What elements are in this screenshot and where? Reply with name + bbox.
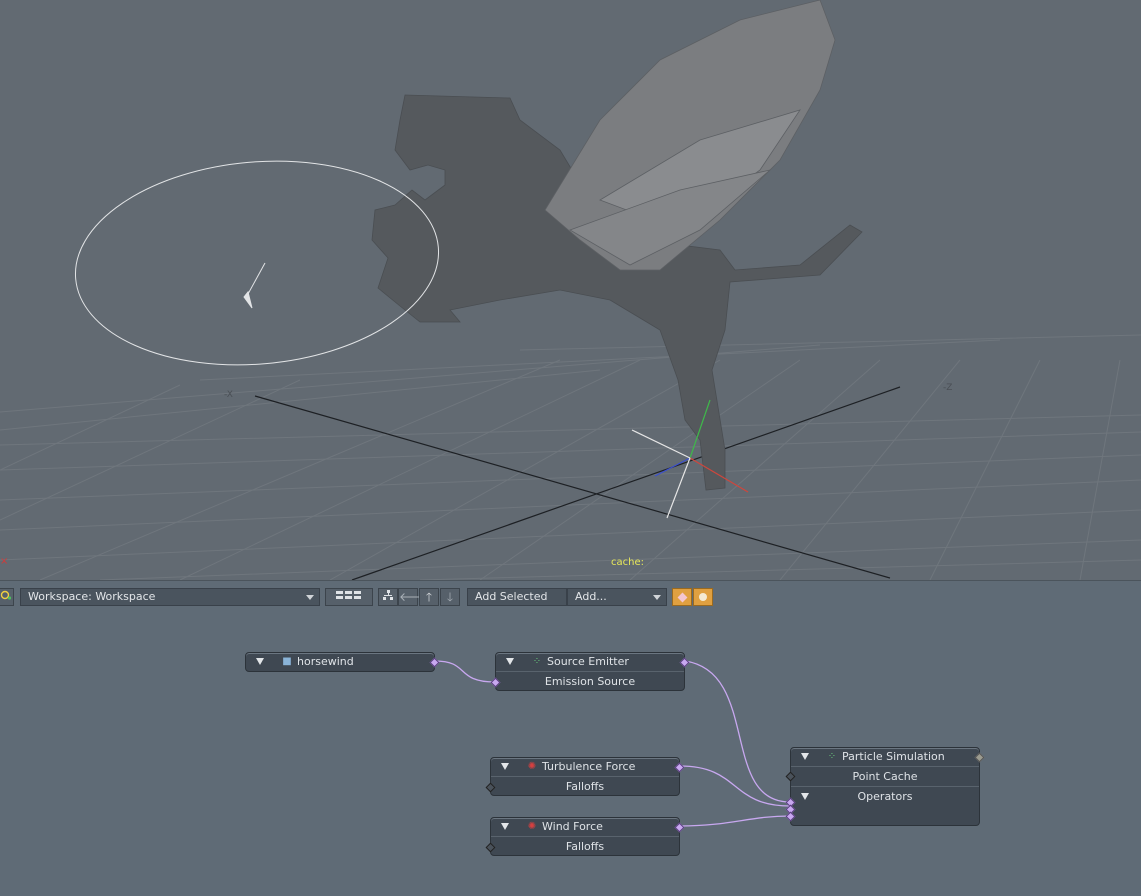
node-title: Turbulence Force <box>542 760 636 773</box>
origin-marker-icon: × <box>0 556 9 567</box>
node-input-row-point-cache: Point Cache <box>791 766 979 786</box>
axis-label-neg-z: -Z <box>943 383 953 393</box>
circle-icon <box>699 593 707 601</box>
collapse-triangle-icon[interactable] <box>801 793 809 800</box>
arrange-nodes-button[interactable] <box>378 588 398 606</box>
schematic-mode-icon[interactable] <box>0 588 14 606</box>
wing-mesh <box>544 0 836 271</box>
keyframe-diamond-toggle[interactable] <box>672 588 692 606</box>
add-selected-button[interactable]: Add Selected <box>467 588 567 606</box>
wire-emitter-to-operators <box>684 660 791 803</box>
workspace-dropdown[interactable]: Workspace: Workspace <box>20 588 320 606</box>
ground-grid <box>0 334 1141 580</box>
wind-force-icon: ✺ <box>527 821 537 832</box>
wire-wind-to-operators <box>679 815 791 827</box>
node-turbulence-force[interactable]: ✺ Turbulence Force Falloffs <box>485 757 685 796</box>
cube-icon: ■ <box>282 656 292 667</box>
collapse-triangle-icon[interactable] <box>501 823 509 830</box>
operators-label: Operators <box>857 790 913 803</box>
keyframe-circle-toggle[interactable] <box>693 588 713 606</box>
node-particle-simulation[interactable]: ⁘ Particle Simulation Point Cache Operat… <box>785 747 985 826</box>
node-wind-force[interactable]: ✺ Wind Force Falloffs <box>485 817 685 856</box>
viewport-canvas <box>0 0 1141 580</box>
node-input-row: Falloffs <box>491 836 679 856</box>
node-horsewind[interactable]: ■ horsewind <box>245 652 440 672</box>
node-title: Particle Simulation <box>842 750 945 763</box>
workspace-dropdown-label: Workspace: Workspace <box>28 590 156 603</box>
arrow-down-button[interactable]: 🡓 <box>440 588 460 606</box>
3d-viewport[interactable]: -X -Z cache: × <box>0 0 1141 580</box>
add-selected-label: Add Selected <box>475 590 548 603</box>
node-input-row: Falloffs <box>491 776 679 796</box>
node-input-row-operators: Operators <box>791 786 979 806</box>
node-title: Wind Force <box>542 820 603 833</box>
particle-emitter-icon: ⁘ <box>532 656 542 667</box>
grid-layout-button[interactable] <box>325 588 373 606</box>
collapse-triangle-icon[interactable] <box>256 658 264 665</box>
node-input-row: Emission Source <box>496 671 684 691</box>
particle-simulation-icon: ⁘ <box>827 751 837 762</box>
add-dropdown-label: Add... <box>575 590 607 603</box>
grid-layout-icon <box>336 591 361 599</box>
chevron-down-icon <box>653 595 661 600</box>
add-dropdown[interactable]: Add... <box>567 588 667 606</box>
collapse-triangle-icon[interactable] <box>801 753 809 760</box>
arrow-left-button[interactable]: 🡐 <box>398 588 431 606</box>
arrow-up-button[interactable]: 🡑 <box>419 588 439 606</box>
node-source-emitter[interactable]: ⁘ Source Emitter Emission Source <box>490 652 690 691</box>
axis-label-neg-x: -X <box>224 390 233 400</box>
collapse-triangle-icon[interactable] <box>506 658 514 665</box>
node-title: horsewind <box>297 655 354 668</box>
node-title: Source Emitter <box>547 655 629 668</box>
wire-horsewind-to-emitter <box>434 660 496 683</box>
diamond-icon <box>677 592 687 603</box>
cache-status-label: cache: <box>611 557 644 568</box>
schematic-toolbar: Workspace: Workspace 🡐 🡑 🡓 Add Selected … <box>0 580 1141 612</box>
turbulence-force-icon: ✺ <box>527 761 537 772</box>
collapse-triangle-icon[interactable] <box>501 763 509 770</box>
schematic-graph[interactable]: ■ horsewind ⁘ Source Emitter Emission So… <box>0 612 1141 896</box>
arrow-down-icon: 🡓 <box>446 590 454 604</box>
wire-turbulence-to-operators <box>679 765 791 807</box>
arrow-up-icon: 🡑 <box>425 590 433 604</box>
tree-icon <box>383 590 393 600</box>
chevron-down-icon <box>306 595 314 600</box>
